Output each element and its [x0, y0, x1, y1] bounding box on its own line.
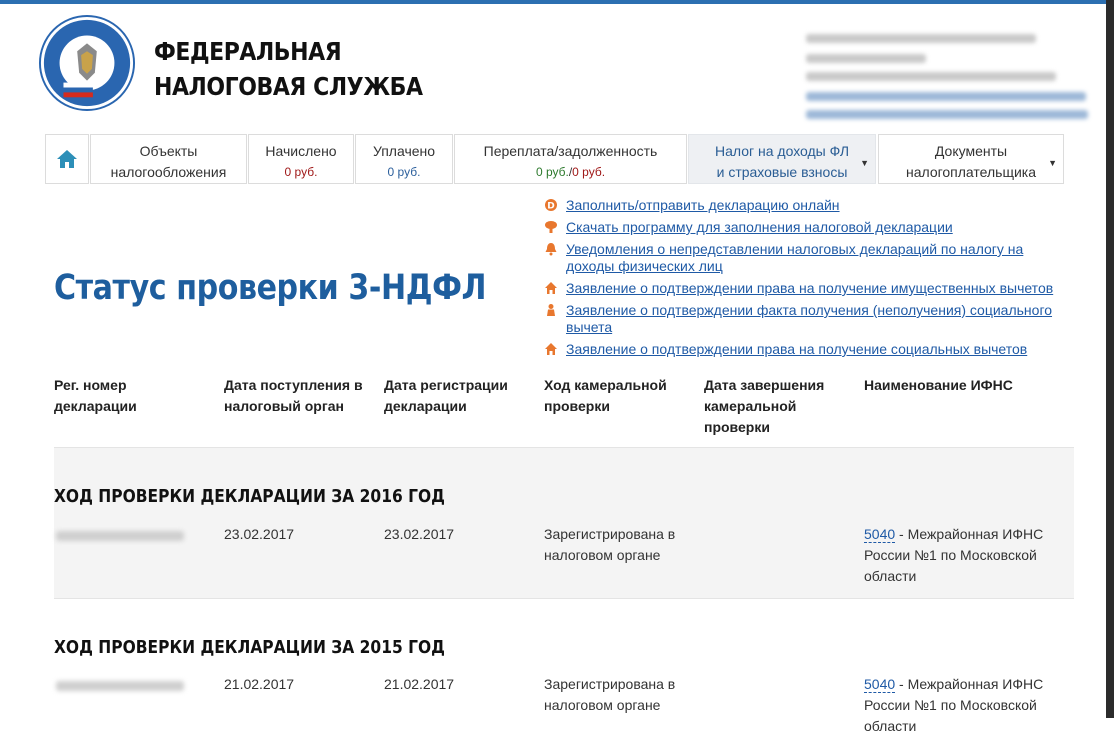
link-text[interactable]: Заявление о подтверждении права на получ…: [566, 341, 1027, 357]
brand-line-2: НАЛОГОВАЯ СЛУЖБА: [154, 72, 423, 101]
link-fill-declaration[interactable]: D Заполнить/отправить декларацию онлайн: [544, 197, 1074, 214]
tab-paid[interactable]: Уплачено 0 руб.: [355, 134, 453, 184]
brand-name: ФЕДЕРАЛЬНАЯ НАЛОГОВАЯ СЛУЖБА: [154, 34, 423, 104]
svg-text:D: D: [547, 202, 554, 212]
received-date: 21.02.2017: [224, 676, 295, 692]
tab-charged[interactable]: Начислено 0 руб.: [248, 134, 354, 184]
house-icon: [544, 281, 558, 295]
tab-label: Налог на доходы ФЛ: [714, 143, 850, 159]
section-title: ХОД ПРОВЕРКИ ДЕКЛАРАЦИИ ЗА 2016 ГОД: [54, 486, 445, 507]
ifns-cell: 5040 - Межрайонная ИФНС России №1 по Мос…: [864, 524, 1054, 587]
link-text[interactable]: Уведомления о непредставлении налоговых …: [566, 241, 1023, 274]
user-info-blurred: [806, 32, 1088, 124]
charged-amount: 0 руб.: [284, 165, 318, 179]
declaration-d-icon: D: [544, 198, 558, 212]
ifns-code-link[interactable]: 5040: [864, 526, 896, 543]
col-check-progress: Ход камеральной проверки: [544, 377, 667, 414]
link-text[interactable]: Заявление о подтверждении права на получ…: [566, 280, 1053, 296]
tab-tax-objects[interactable]: Объекты налогообложения: [90, 134, 247, 184]
tab-label: Уплачено: [372, 143, 436, 159]
section-title: ХОД ПРОВЕРКИ ДЕКЛАРАЦИИ ЗА 2015 ГОД: [54, 637, 445, 658]
person-icon: [544, 303, 558, 317]
dropdown-caret-icon: ▼: [860, 158, 869, 168]
registration-date: 21.02.2017: [384, 676, 455, 692]
check-status: Зарегистрирована в налоговом органе: [544, 526, 676, 563]
tab-label: и страховые взносы: [716, 164, 848, 180]
debt-amount: 0 руб.: [572, 165, 606, 179]
tab-overpayment-debt[interactable]: Переплата/задолженность 0 руб./0 руб.: [454, 134, 687, 184]
brand-line-1: ФЕДЕРАЛЬНАЯ: [154, 37, 342, 66]
tab-personal-income-tax[interactable]: Налог на доходы ФЛ и страховые взносы ▼: [688, 134, 876, 184]
received-date: 23.02.2017: [224, 526, 295, 542]
registration-date: 23.02.2017: [384, 526, 455, 542]
paid-amount: 0 руб.: [387, 165, 421, 179]
bell-icon: [544, 242, 558, 256]
col-completion-date: Дата завершения камеральной проверки: [704, 377, 825, 435]
check-status: Зарегистрирована в налоговом органе: [544, 676, 676, 713]
link-property-deduction[interactable]: Заявление о подтверждении права на получ…: [544, 280, 1074, 297]
tab-label: налогоплательщика: [905, 164, 1037, 180]
link-text[interactable]: Заявление о подтверждении факта получени…: [566, 302, 1052, 335]
ifns-code-link[interactable]: 5040: [864, 676, 896, 693]
tab-home[interactable]: [45, 134, 89, 184]
tab-taxpayer-documents[interactable]: Документы налогоплательщика ▼: [878, 134, 1064, 184]
link-download-program[interactable]: Скачать программу для заполнения налогов…: [544, 219, 1074, 236]
tab-label: налогообложения: [110, 164, 227, 180]
reg-number-blurred: [56, 531, 184, 541]
tab-label: Переплата/задолженность: [483, 143, 658, 159]
quick-links: D Заполнить/отправить декларацию онлайн …: [544, 197, 1074, 363]
col-registration-date: Дата регистрации декларации: [384, 377, 508, 414]
tab-label: Начислено: [265, 143, 337, 159]
declaration-section-2016: ХОД ПРОВЕРКИ ДЕКЛАРАЦИИ ЗА 2016 ГОД 23.0…: [54, 448, 1074, 598]
home-icon: [57, 150, 77, 168]
col-ifns-name: Наименование ИФНС: [864, 377, 1013, 393]
page-title: Статус проверки 3-НДФЛ: [54, 268, 487, 308]
col-reg-number: Рег. номер декларации: [54, 377, 137, 414]
declaration-section-2015: ХОД ПРОВЕРКИ ДЕКЛАРАЦИИ ЗА 2015 ГОД 21.0…: [54, 599, 1074, 734]
ifns-cell: 5040 - Межрайонная ИФНС России №1 по Мос…: [864, 674, 1054, 737]
top-accent-bar: [0, 0, 1114, 4]
reg-number-blurred: [56, 681, 184, 691]
overpayment-amount: 0 руб.: [535, 165, 569, 179]
link-social-deductions[interactable]: Заявление о подтверждении права на получ…: [544, 341, 1074, 358]
download-icon: [544, 220, 558, 234]
link-text[interactable]: Заполнить/отправить декларацию онлайн: [566, 197, 840, 213]
link-text[interactable]: Скачать программу для заполнения налогов…: [566, 219, 953, 235]
fns-logo[interactable]: [38, 14, 136, 112]
tab-label: Документы: [934, 143, 1008, 159]
link-social-deduction-fact[interactable]: Заявление о подтверждении факта получени…: [544, 302, 1074, 336]
house-icon: [544, 342, 558, 356]
dropdown-caret-icon: ▼: [1048, 158, 1057, 168]
col-received-date: Дата поступления в налоговый орган: [224, 377, 363, 414]
window-edge: [1106, 0, 1114, 718]
tab-label: Объекты: [139, 143, 198, 159]
link-non-submission-notices[interactable]: Уведомления о непредставлении налоговых …: [544, 241, 1074, 275]
